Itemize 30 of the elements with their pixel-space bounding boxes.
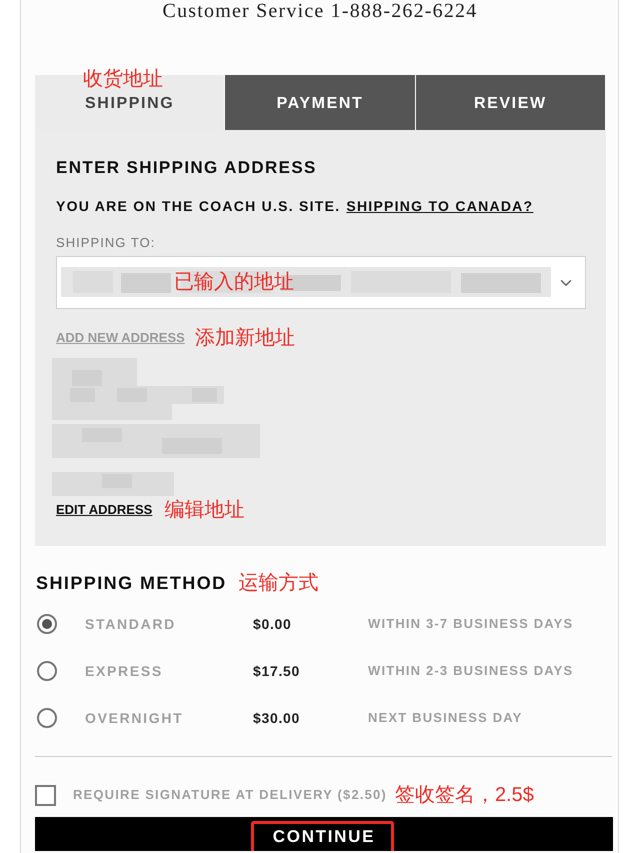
annotation-note: 签收签名，2.5$: [394, 783, 534, 807]
continue-button[interactable]: CONTINUE: [35, 817, 613, 851]
section-title: ENTER SHIPPING ADDRESS: [56, 158, 317, 178]
section-title: SHIPPING METHOD: [36, 572, 227, 594]
checkout-step-tab[interactable]: PAYMENT: [225, 75, 415, 130]
shipping-option-name: EXPRESS: [85, 662, 164, 680]
radio-button[interactable]: [37, 660, 57, 680]
edit-address-link[interactable]: EDIT ADDRESS: [56, 502, 152, 518]
signature-label: REQUIRE SIGNATURE AT DELIVERY ($2.50): [73, 786, 387, 804]
customer-service-phone: Customer Service 1-888-262-6224: [162, 0, 478, 22]
shipping-option-delivery: WITHIN 3-7 BUSINESS DAYS: [368, 614, 574, 632]
annotation-note: 运输方式: [238, 571, 319, 595]
signature-checkbox[interactable]: [35, 784, 56, 806]
shipping-option-price: $0.00: [253, 614, 293, 632]
checkout-step-tab[interactable]: REVIEW: [416, 75, 605, 130]
shipping-option-price: $30.00: [253, 708, 302, 726]
shipping-option-price: $17.50: [253, 662, 302, 680]
annotation-note: 添加新地址: [194, 326, 295, 350]
shipping-option-delivery: NEXT BUSINESS DAY: [368, 708, 522, 726]
radio-button[interactable]: [37, 614, 57, 634]
radio-button[interactable]: [37, 708, 57, 728]
annotation-note: 编辑地址: [164, 498, 244, 522]
field-label: SHIPPING TO:: [56, 235, 156, 251]
shipping-option-name: STANDARD: [85, 614, 177, 632]
shipping-option-name: OVERNIGHT: [85, 708, 184, 726]
shipping-to-canada-link[interactable]: SHIPPING TO CANADA?: [346, 197, 534, 215]
site-notice: YOU ARE ON THE COACH U.S. SITE.: [56, 197, 340, 215]
annotation-note: 已输入的地址: [174, 270, 294, 294]
shipping-option-delivery: WITHIN 2-3 BUSINESS DAYS: [368, 662, 574, 680]
address-select[interactable]: [56, 256, 586, 309]
